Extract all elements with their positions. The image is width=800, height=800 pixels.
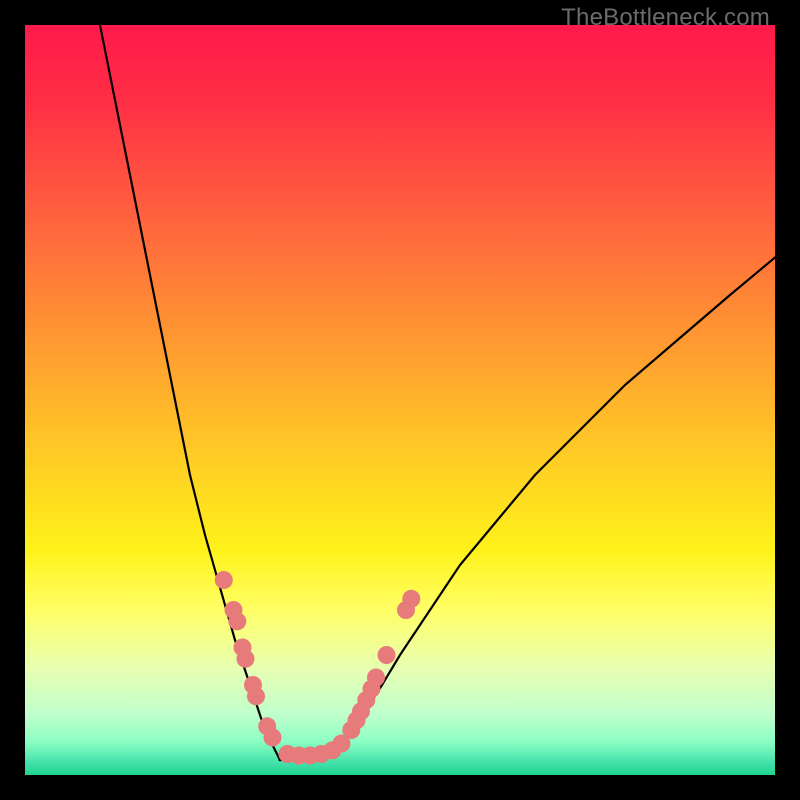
plot-area [25,25,775,775]
background-gradient [25,25,775,775]
